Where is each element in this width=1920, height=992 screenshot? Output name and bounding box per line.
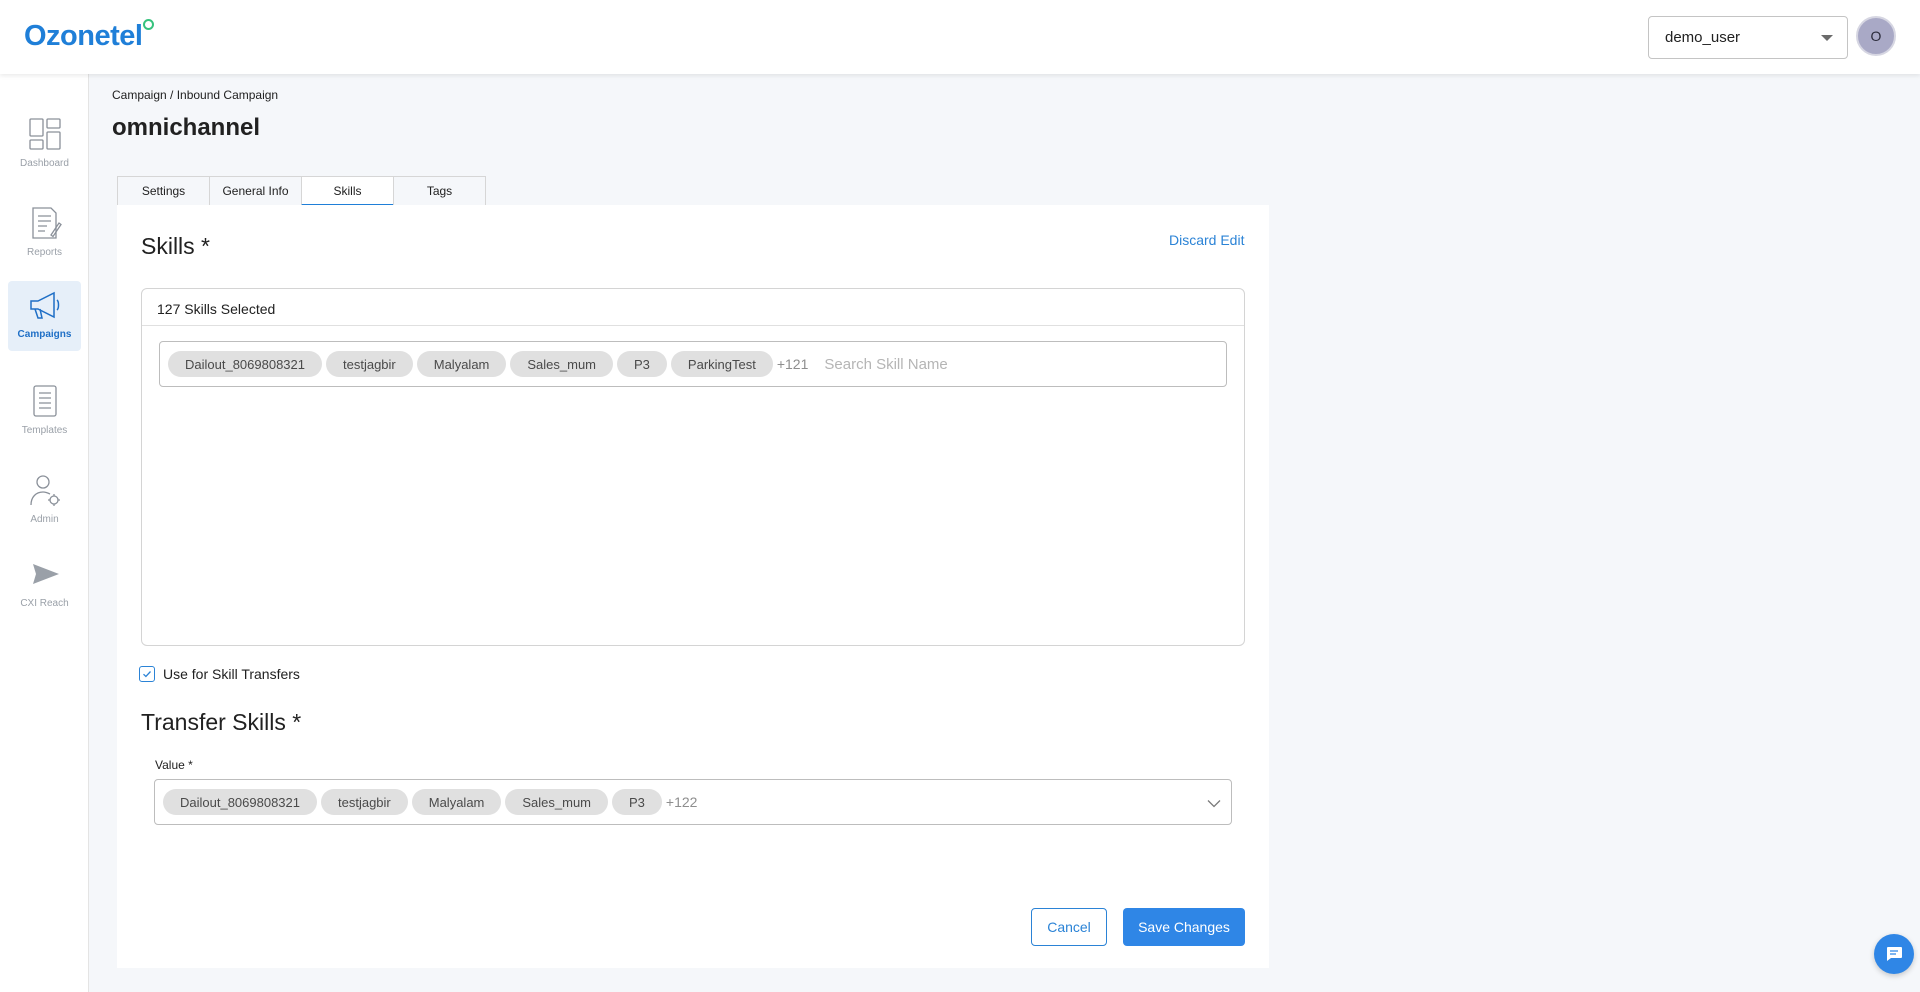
- transfer-skills-title: Transfer Skills *: [141, 709, 302, 735]
- sidebar-item-label: Admin: [30, 514, 59, 525]
- user-select-value: demo_user: [1665, 29, 1741, 46]
- use-for-transfers-label[interactable]: Use for Skill Transfers: [163, 666, 300, 682]
- breadcrumb: Campaign / Inbound Campaign: [112, 88, 279, 102]
- discard-edit-link[interactable]: Discard Edit: [1169, 232, 1244, 248]
- transfer-skill-chip[interactable]: Dailout_8069808321: [163, 789, 317, 815]
- chat-button[interactable]: [1874, 934, 1914, 974]
- skill-chip[interactable]: Sales_mum: [510, 351, 614, 377]
- sidebar-item-label: Dashboard: [20, 158, 69, 169]
- tab-settings[interactable]: Settings: [117, 176, 210, 206]
- skill-chip[interactable]: ParkingTest: [670, 351, 773, 377]
- sidebar-item-label: Campaigns: [17, 329, 72, 340]
- top-bar: Ozonetel demo_user O: [0, 0, 1920, 74]
- templates-icon: [32, 385, 57, 417]
- dashboard-icon: [28, 118, 61, 150]
- cancel-button[interactable]: Cancel: [1031, 908, 1107, 946]
- check-icon: [143, 671, 151, 678]
- page-title: omnichannel: [112, 114, 261, 141]
- tab-general-info[interactable]: General Info: [209, 176, 302, 206]
- skill-chip[interactable]: P3: [617, 351, 667, 377]
- skill-chip[interactable]: Malyalam: [416, 351, 507, 377]
- skill-chip[interactable]: Dailout_8069808321: [168, 351, 322, 377]
- logo-text: Ozonetel: [24, 20, 143, 52]
- cxi-reach-icon: [32, 564, 59, 584]
- sidebar-item-reports[interactable]: Reports: [8, 199, 81, 269]
- sidebar-item-campaigns[interactable]: Campaigns: [8, 281, 81, 351]
- sidebar-item-label: Reports: [26, 247, 62, 258]
- use-for-transfers-checkbox[interactable]: [139, 666, 155, 682]
- skills-card: Skills * Discard Edit 127 Skills Selecte…: [117, 205, 1269, 968]
- use-for-transfers-row: Use for Skill Transfers: [139, 666, 300, 682]
- transfer-skill-chip[interactable]: P3: [612, 789, 662, 815]
- chevron-down-icon[interactable]: [1207, 796, 1221, 810]
- sidebar-item-cxi-reach[interactable]: CXI Reach: [8, 550, 81, 620]
- skills-box: 127 Skills Selected Dailout_8069808321 t…: [141, 288, 1245, 646]
- tab-skills[interactable]: Skills: [301, 176, 394, 206]
- ozonetel-logo[interactable]: Ozonetel: [24, 18, 155, 54]
- avatar[interactable]: O: [1856, 16, 1896, 56]
- tab-tags[interactable]: Tags: [393, 176, 486, 206]
- value-label: Value *: [155, 758, 193, 772]
- transfer-skill-chip[interactable]: testjagbir: [321, 789, 408, 815]
- admin-icon: [29, 475, 60, 506]
- reports-icon: [31, 207, 62, 239]
- skill-search-input[interactable]: [824, 355, 1125, 373]
- transfer-skill-chip[interactable]: Sales_mum: [505, 789, 609, 815]
- tab-bar: Settings General Info Skills Tags: [117, 176, 486, 206]
- divider: [142, 325, 1244, 326]
- skills-search-field[interactable]: Dailout_8069808321 testjagbir Malyalam S…: [159, 341, 1227, 387]
- sidebar-item-dashboard[interactable]: Dashboard: [8, 110, 81, 180]
- sidebar-item-admin[interactable]: Admin: [8, 466, 81, 536]
- sidebar: Dashboard Reports Campaigns Templates Ad…: [0, 74, 89, 992]
- transfer-skill-chip[interactable]: Malyalam: [411, 789, 502, 815]
- transfer-more-count: +122: [665, 794, 698, 810]
- skills-title: Skills *: [141, 233, 211, 259]
- chat-icon: [1887, 947, 1902, 961]
- skill-chip[interactable]: testjagbir: [326, 351, 413, 377]
- skills-more-count: +121: [776, 356, 809, 372]
- sidebar-item-label: Templates: [21, 425, 68, 436]
- skills-selected-count: 127 Skills Selected: [157, 301, 276, 317]
- caret-down-icon: [1821, 35, 1833, 41]
- campaigns-icon: [29, 291, 59, 319]
- user-select[interactable]: demo_user: [1648, 16, 1848, 59]
- save-changes-button[interactable]: Save Changes: [1123, 908, 1245, 946]
- sidebar-item-templates[interactable]: Templates: [8, 377, 81, 447]
- transfer-skills-dropdown[interactable]: Dailout_8069808321 testjagbir Malyalam S…: [154, 779, 1232, 825]
- logo-dot-icon: [143, 19, 155, 30]
- sidebar-item-label: CXI Reach: [20, 598, 69, 609]
